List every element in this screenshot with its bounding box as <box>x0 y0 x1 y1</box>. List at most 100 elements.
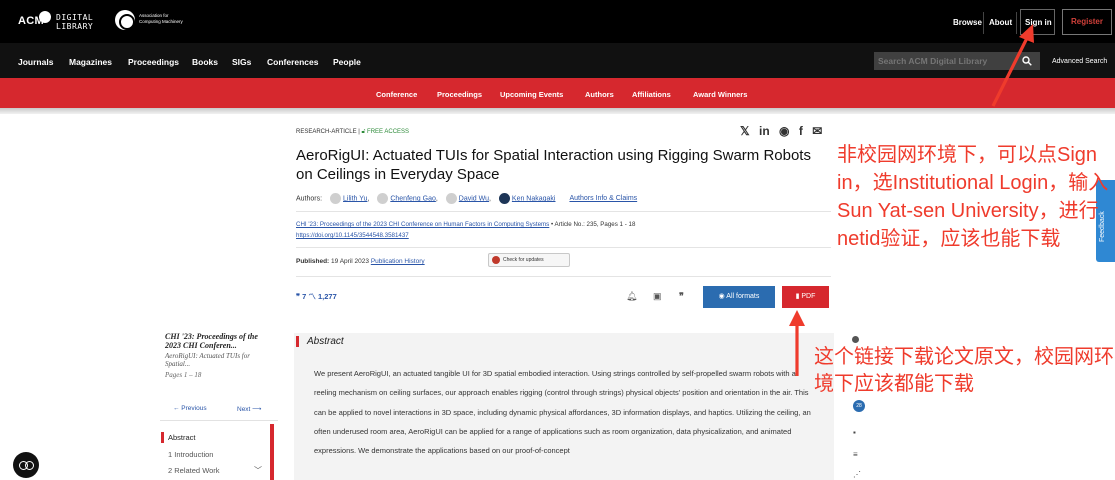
dl-logo-icon[interactable] <box>39 11 51 23</box>
authors-info-claims-link[interactable]: Authors Info & Claims <box>569 195 637 202</box>
acm-badge-icon[interactable] <box>115 10 135 30</box>
add-to-binder-icon[interactable]: ▣ <box>653 291 662 302</box>
free-access-label: FREE ACCESS <box>367 129 410 135</box>
citation-count: 7 <box>302 292 307 301</box>
share-icon[interactable]: ⋰ <box>853 470 861 479</box>
pdf-button[interactable]: ▮ PDF <box>782 286 829 308</box>
divider <box>296 211 831 212</box>
annotation-sign-in-note: 非校园网环境下，可以点Sign in，选Institutional Login，… <box>837 144 1109 250</box>
conf-nav-affiliations[interactable]: Affiliations <box>632 90 671 99</box>
nav-magazines[interactable]: Magazines <box>69 57 112 67</box>
x-icon[interactable]: 𝕏 <box>740 124 750 138</box>
facebook-icon[interactable]: f <box>799 124 803 138</box>
main-nav: Journals Magazines Proceedings Books SIG… <box>0 43 1115 78</box>
linkedin-icon[interactable]: in <box>759 124 770 138</box>
pdf-label: PDF <box>801 293 816 300</box>
divider <box>983 12 984 34</box>
share-icons: 𝕏 in ◉ f ✉ <box>740 124 828 138</box>
toc-card: CHI '23: Proceedings of the 2023 CHI Con… <box>165 332 275 379</box>
comments-count-badge[interactable]: 28 <box>853 400 865 412</box>
all-formats-label: All formats <box>726 293 760 300</box>
conf-nav-proceedings[interactable]: Proceedings <box>437 90 482 99</box>
author-link[interactable]: Lilith Yu <box>343 195 367 202</box>
sign-in-link[interactable]: Sign in <box>1025 18 1052 27</box>
top-bar: ACM DIGITAL LIBRARY Association for Comp… <box>0 0 1115 43</box>
abstract-text: We present AeroRigUI, an actuated tangib… <box>314 369 811 456</box>
nav-journals[interactable]: Journals <box>18 57 53 67</box>
conf-nav-award-winners[interactable]: Award Winners <box>693 90 747 99</box>
all-formats-button[interactable]: ◉ All formats <box>703 286 775 308</box>
published-label: Published: <box>296 258 330 265</box>
email-icon[interactable]: ✉ <box>812 124 822 138</box>
authors-label: Authors: <box>296 195 323 203</box>
digital-library-logo[interactable]: DIGITAL LIBRARY <box>56 13 93 31</box>
register-button[interactable]: Register <box>1062 9 1112 35</box>
conf-nav-authors[interactable]: Authors <box>585 90 614 99</box>
search-input[interactable] <box>874 52 1014 70</box>
toc-item-introduction[interactable]: 1 Introduction <box>168 450 213 459</box>
avatar <box>377 193 389 204</box>
author-link[interactable]: Ken Nakagaki <box>512 195 556 202</box>
doi-link[interactable]: https://doi.org/10.1145/3544548.3581437 <box>296 232 409 239</box>
metrics-row[interactable]: ❞ 7 〽 1,277 <box>296 291 337 302</box>
article-title: AeroRigUI: Actuated TUIs for Spatial Int… <box>296 147 811 183</box>
toc-next-link[interactable]: Next ⟶ <box>237 405 262 413</box>
toc-item-abstract[interactable]: Abstract <box>168 433 196 442</box>
toc-active-indicator <box>161 432 164 443</box>
info-icon[interactable] <box>852 336 859 343</box>
divider <box>296 276 831 277</box>
alert-bell-icon[interactable]: 🔔︎ <box>626 291 637 302</box>
advanced-search-link[interactable]: Advanced Search <box>1052 58 1107 65</box>
article-type-row: RESEARCH-ARTICLE | 🔓︎ FREE ACCESS <box>296 129 409 136</box>
chevron-down-icon[interactable]: ﹀ <box>254 465 262 476</box>
proceedings-link[interactable]: CHI '23: Proceedings of the 2023 CHI Con… <box>296 221 549 228</box>
authors-row: Authors: Lilith Yu, Chenfeng Gao, David … <box>296 193 637 204</box>
avatar <box>498 193 510 204</box>
avatar <box>445 193 457 204</box>
check-for-updates-button[interactable]: Check for updates <box>488 253 570 267</box>
conf-nav-upcoming-events[interactable]: Upcoming Events <box>500 90 563 99</box>
published-date: 19 April 2023 <box>331 258 369 265</box>
search-icon <box>1022 56 1032 66</box>
nav-proceedings[interactable]: Proceedings <box>128 57 179 67</box>
search-button[interactable] <box>1014 52 1040 70</box>
assoc-line-2: Computing Machinery <box>139 19 183 24</box>
nav-books[interactable]: Books <box>192 57 218 67</box>
author-link[interactable]: David Wu <box>459 195 489 202</box>
browse-link[interactable]: Browse <box>953 18 982 27</box>
cite-icon[interactable]: ❞ <box>679 291 684 302</box>
reddit-icon[interactable]: ◉ <box>779 124 789 138</box>
published-row: Published: 19 April 2023 Publication His… <box>296 258 425 265</box>
acm-association-name: Association for Computing Machinery <box>139 13 183 25</box>
assoc-line-1: Association for <box>139 13 169 18</box>
nav-people[interactable]: People <box>333 57 361 67</box>
about-link[interactable]: About <box>989 18 1012 27</box>
image-icon[interactable]: ▪ <box>853 428 856 437</box>
avatar <box>330 193 342 204</box>
conf-nav-conference[interactable]: Conference <box>376 90 417 99</box>
cookie-settings-button[interactable] <box>13 452 39 478</box>
author-link[interactable]: Chenfeng Gao <box>390 195 436 202</box>
lock-open-icon: 🔓︎ <box>361 129 366 135</box>
toc-scrollbar[interactable] <box>270 424 274 480</box>
citation-icon: ❞ <box>296 292 301 301</box>
publication-history-link[interactable]: Publication History <box>371 258 425 265</box>
author-separator: , <box>489 195 491 203</box>
nav-conferences[interactable]: Conferences <box>267 57 319 67</box>
toc-pages: Pages 1 – 18 <box>165 371 202 379</box>
toc-previous-link[interactable]: ← Previous <box>173 405 207 412</box>
article-type: RESEARCH-ARTICLE <box>296 129 357 135</box>
author-separator: , <box>367 195 370 203</box>
nav-sigs[interactable]: SIGs <box>232 57 251 67</box>
logo-library-word: LIBRARY <box>56 22 94 31</box>
toc-item-related-work[interactable]: 2 Related Work <box>168 466 220 475</box>
conference-bar-shadow <box>0 108 1115 114</box>
annotation-pdf-note: 这个链接下载论文原文，校园网环境下应该都能下载 <box>814 346 1114 395</box>
download-count: 1,277 <box>318 292 337 301</box>
list-icon[interactable]: ≡ <box>853 450 858 459</box>
toc-conference-title[interactable]: CHI '23: Proceedings of the 2023 CHI Con… <box>165 332 275 350</box>
divider <box>1016 12 1017 34</box>
divider <box>160 420 278 421</box>
toc-article-title: AeroRigUI: Actuated TUIs for Spatial... <box>165 352 250 368</box>
article-number: • Article No.: 235, Pages 1 - 18 <box>551 221 636 228</box>
